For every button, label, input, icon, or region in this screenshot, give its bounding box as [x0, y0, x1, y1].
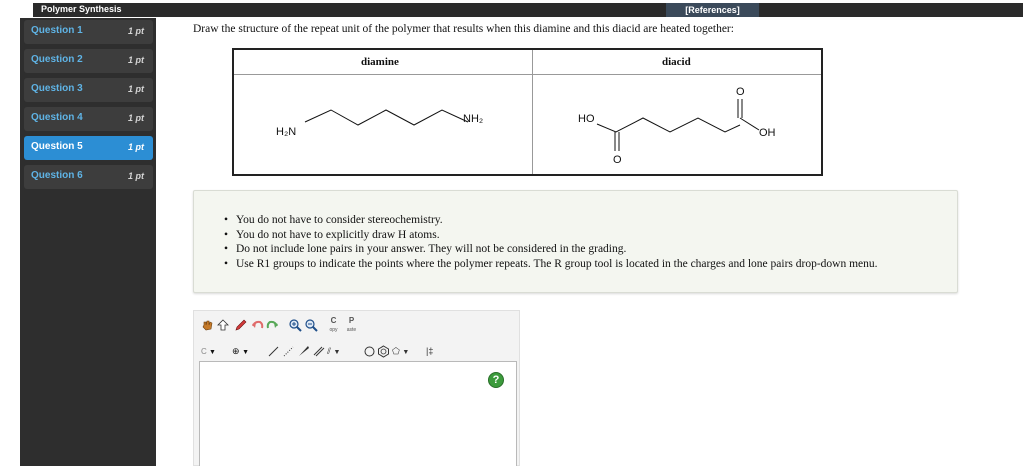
- sidebar-item-question-2[interactable]: Question 2 1 pt: [24, 49, 153, 73]
- assignment-title: Polymer Synthesis: [41, 4, 122, 14]
- question-label: Question 5: [31, 141, 83, 152]
- single-bond-icon[interactable]: [267, 345, 280, 358]
- redo-icon[interactable]: [266, 319, 279, 332]
- carbonyl-oxygen-label: O: [736, 86, 745, 98]
- carbonyl-oxygen-label: O: [613, 154, 622, 166]
- hand-icon[interactable]: [201, 319, 214, 332]
- diamine-left-group: H₂N: [276, 126, 296, 138]
- paste-sub-label: aste: [346, 327, 357, 333]
- diamine-structure: [304, 109, 469, 126]
- sidebar-item-question-1[interactable]: Question 1 1 pt: [24, 20, 153, 44]
- double-bond-icon[interactable]: [312, 345, 325, 358]
- diacid-structure: [596, 99, 760, 151]
- instruction-item: You do not have to consider stereochemis…: [224, 213, 878, 228]
- sidebar-item-question-3[interactable]: Question 3 1 pt: [24, 78, 153, 102]
- wedge-bond-icon[interactable]: [297, 345, 310, 358]
- question-label: Question 2: [31, 54, 83, 65]
- question-points: 1 pt: [127, 26, 144, 36]
- question-points: 1 pt: [127, 142, 144, 152]
- r-group-label: |‡: [426, 346, 434, 356]
- drawing-canvas[interactable]: [199, 361, 517, 466]
- instruction-item: You do not have to explicitly draw H ato…: [224, 228, 878, 243]
- benzene-icon[interactable]: [377, 345, 390, 358]
- help-button[interactable]: ?: [488, 372, 504, 388]
- plus-charge-icon: ⊕: [232, 346, 240, 356]
- pencil-icon[interactable]: [234, 319, 247, 332]
- chevron-down-icon: ▼: [209, 349, 216, 356]
- question-label: Question 3: [31, 83, 83, 94]
- paste-button[interactable]: P aste: [345, 316, 358, 334]
- structures-table: diamine diacid H₂N NH₂ HO OH O O: [232, 48, 823, 176]
- chevron-down-icon: ▼: [242, 349, 249, 356]
- sidebar-item-question-4[interactable]: Question 4 1 pt: [24, 107, 153, 131]
- question-label: Question 1: [31, 25, 83, 36]
- question-sidebar: Question 1 1 pt Question 2 1 pt Question…: [20, 18, 156, 466]
- question-points: 1 pt: [127, 84, 144, 94]
- bond-dropdown[interactable]: ⫽ ▼: [327, 345, 349, 358]
- sidebar-item-question-5[interactable]: Question 5 1 pt: [24, 136, 153, 160]
- chevron-down-icon: ▼: [402, 349, 410, 356]
- triple-bond-icon: ⫽: [327, 346, 332, 356]
- copy-button[interactable]: C opy: [327, 316, 340, 334]
- r-group-button[interactable]: |‡: [426, 345, 444, 358]
- instruction-item: Use R1 groups to indicate the points whe…: [224, 257, 878, 272]
- cyclopropane-icon[interactable]: [363, 345, 376, 358]
- instructions-box: You do not have to consider stereochemis…: [193, 190, 958, 293]
- zoom-out-icon[interactable]: [305, 319, 318, 332]
- references-link[interactable]: [References]: [666, 3, 759, 17]
- question-points: 1 pt: [127, 55, 144, 65]
- paste-label: P: [348, 316, 355, 325]
- carbon-label: C: [201, 347, 207, 356]
- copy-label: C: [330, 316, 337, 325]
- question-label: Question 4: [31, 112, 83, 123]
- hashed-bond-icon[interactable]: [282, 345, 295, 358]
- erase-up-icon[interactable]: [217, 319, 230, 332]
- ring-dropdown[interactable]: ⬠ ▼: [392, 345, 416, 358]
- question-prompt: Draw the structure of the repeat unit of…: [193, 23, 734, 35]
- cyclopentane-icon: ⬠: [392, 346, 400, 356]
- structures-drawing: H₂N NH₂ HO OH O O: [276, 86, 776, 166]
- diamine-right-group: NH₂: [463, 113, 483, 125]
- charge-dropdown[interactable]: ⊕ ▼: [232, 345, 256, 358]
- question-label: Question 6: [31, 170, 83, 181]
- atom-dropdown[interactable]: C ▼: [201, 345, 223, 358]
- sidebar-item-question-6[interactable]: Question 6 1 pt: [24, 165, 153, 189]
- zoom-in-icon[interactable]: [289, 319, 302, 332]
- question-points: 1 pt: [127, 171, 144, 181]
- copy-sub-label: opy: [329, 327, 338, 333]
- title-bar: Polymer Synthesis [References]: [33, 3, 1023, 17]
- instruction-item: Do not include lone pairs in your answer…: [224, 242, 878, 257]
- chevron-down-icon: ▼: [333, 349, 341, 356]
- undo-icon[interactable]: [251, 319, 264, 332]
- diacid-left-group: HO: [578, 113, 595, 125]
- question-points: 1 pt: [127, 113, 144, 123]
- diacid-right-group: OH: [759, 127, 776, 139]
